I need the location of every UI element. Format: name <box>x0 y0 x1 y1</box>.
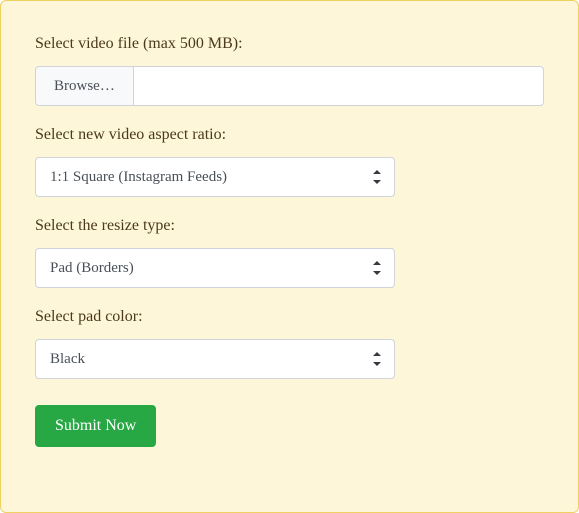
file-group: Select video file (max 500 MB): Browse… <box>35 35 544 106</box>
pad-color-label: Select pad color: <box>35 308 544 326</box>
browse-button[interactable]: Browse… <box>35 66 133 106</box>
aspect-ratio-label: Select new video aspect ratio: <box>35 126 544 144</box>
pad-color-group: Select pad color: Black <box>35 308 544 379</box>
aspect-ratio-group: Select new video aspect ratio: 1:1 Squar… <box>35 126 544 197</box>
resize-type-select[interactable]: Pad (Borders) <box>35 248 395 288</box>
resize-type-group: Select the resize type: Pad (Borders) <box>35 217 544 288</box>
aspect-ratio-select[interactable]: 1:1 Square (Instagram Feeds) <box>35 157 395 197</box>
file-label: Select video file (max 500 MB): <box>35 35 544 53</box>
submit-button[interactable]: Submit Now <box>35 405 156 447</box>
video-resize-form: Select video file (max 500 MB): Browse… … <box>0 0 579 513</box>
file-input-row: Browse… <box>35 66 544 106</box>
pad-color-value: Black <box>36 340 394 378</box>
resize-type-label: Select the resize type: <box>35 217 544 235</box>
file-name-display[interactable] <box>133 66 544 106</box>
pad-color-select[interactable]: Black <box>35 339 395 379</box>
aspect-ratio-value: 1:1 Square (Instagram Feeds) <box>36 158 394 196</box>
resize-type-value: Pad (Borders) <box>36 249 394 287</box>
